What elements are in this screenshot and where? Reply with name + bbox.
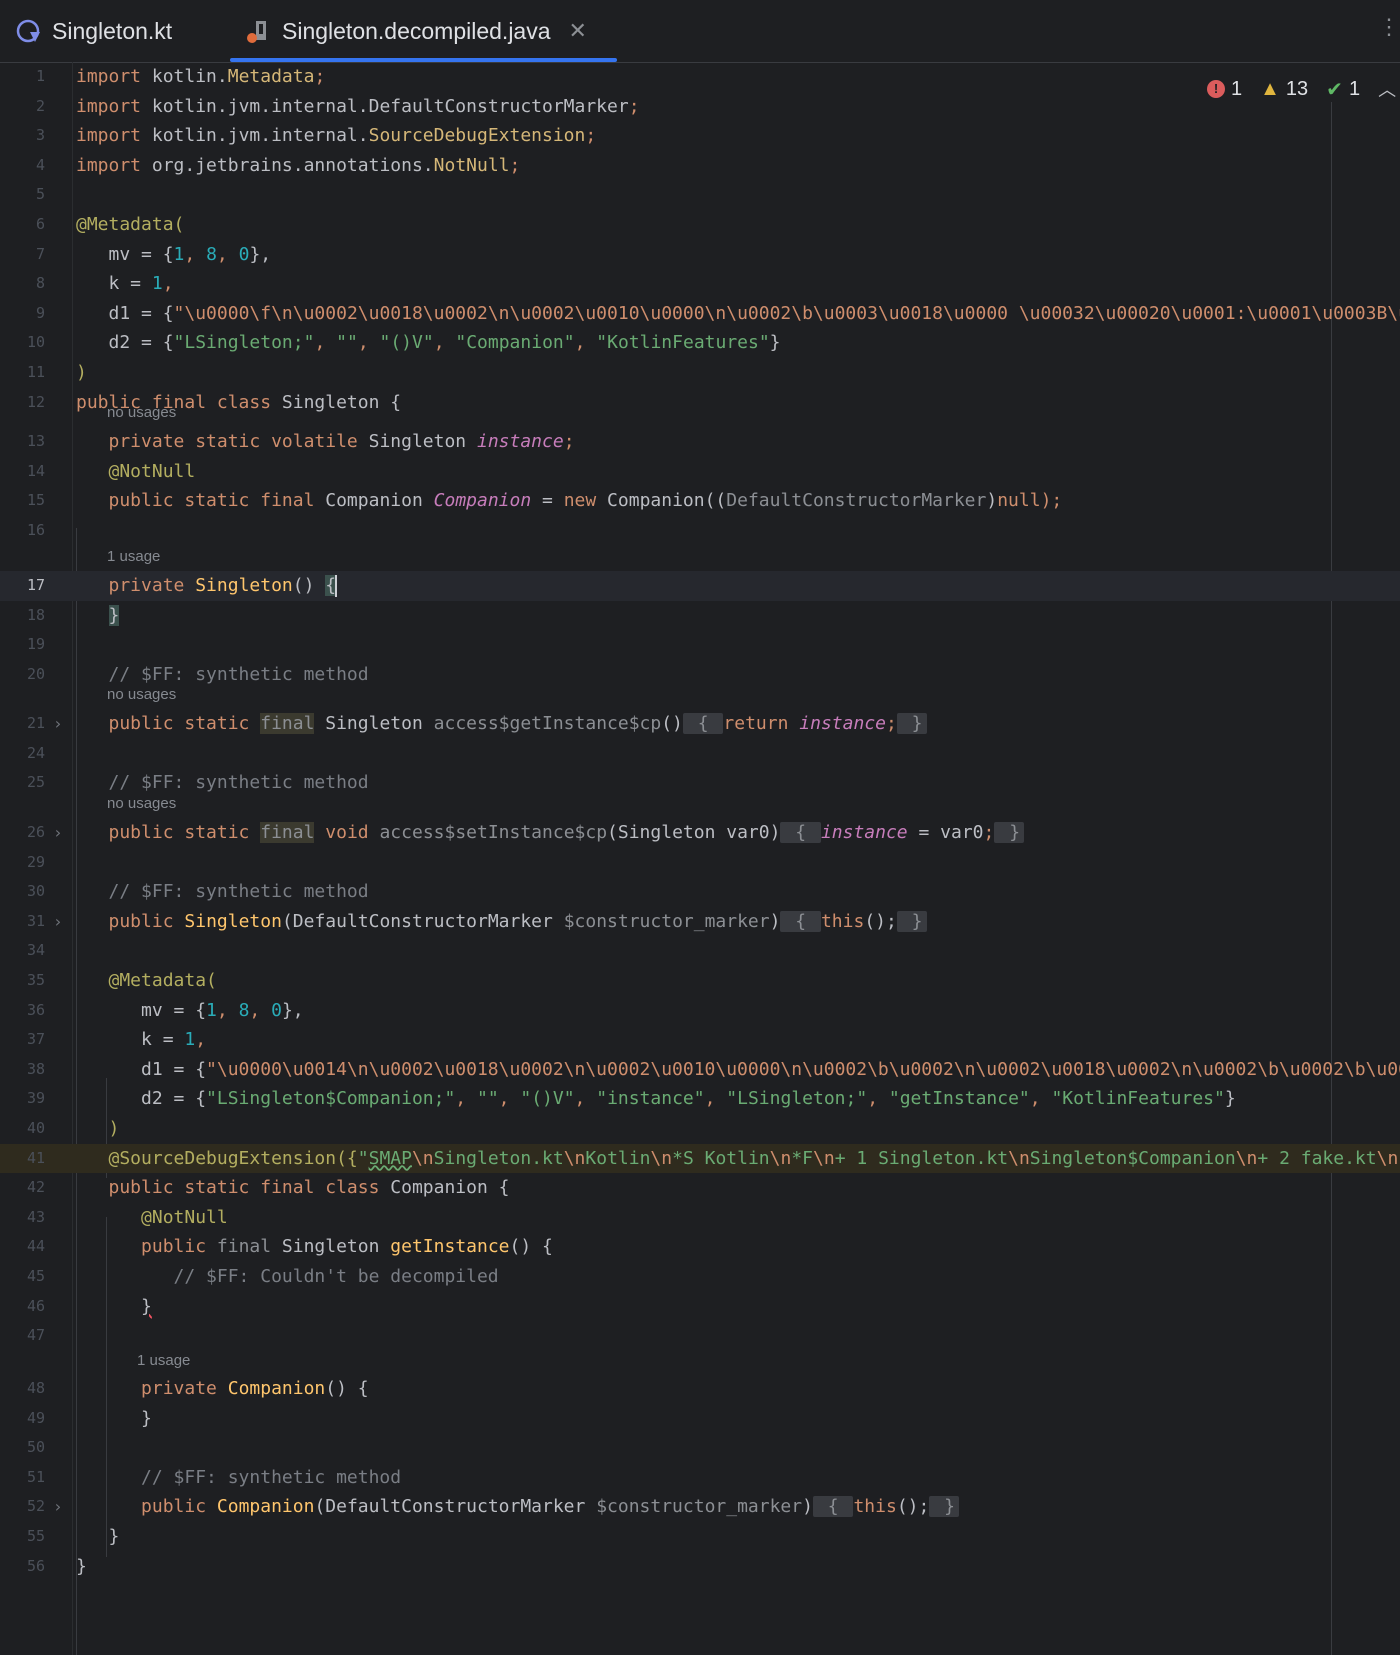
code-line[interactable]: 31 › public Singleton(DefaultConstructorM… [0,907,1400,937]
code-line[interactable]: 18 } [0,601,1400,631]
code-line[interactable]: 36 mv = {1, 8, 0}, [0,996,1400,1026]
java-class-file-icon [246,18,272,44]
code-line[interactable]: 56} [0,1552,1400,1582]
code-line[interactable]: 52 › public Companion(DefaultConstructorM… [0,1492,1400,1522]
code-line[interactable]: 30 // $FF: synthetic method [0,877,1400,907]
code-line[interactable]: 41 @SourceDebugExtension({"SMAP\nSinglet… [0,1143,1400,1174]
code-line[interactable]: 4 import org.jetbrains.annotations.NotNul… [0,151,1400,181]
code-line[interactable]: 34 [0,936,1400,966]
usages-hint[interactable]: 1 usage [137,1352,190,1369]
more-options-icon[interactable]: ⋮ [1378,14,1400,40]
code-line[interactable]: 1 import kotlin.Metadata; [0,62,1400,92]
code-line[interactable]: 47 [0,1321,1400,1351]
code-line[interactable]: 14 @NotNull [0,457,1400,487]
code-line[interactable]: 5 [0,180,1400,210]
code-line[interactable]: 26 › public static final void access$setI… [0,818,1400,848]
code-line[interactable]: 6 @Metadata( [0,210,1400,240]
code-line[interactable]: 24 [0,739,1400,769]
code-line[interactable]: 48 private Companion() { [0,1374,1400,1404]
code-line[interactable]: 7 mv = {1, 8, 0}, [0,240,1400,270]
tab-singleton-decompiled-java[interactable]: Singleton.decompiled.java ✕ [230,0,617,62]
code-line[interactable]: 50 [0,1433,1400,1463]
code-line[interactable]: 55 } [0,1522,1400,1552]
text-caret [335,575,338,597]
code-line[interactable]: 42 public static final class Companion { [0,1173,1400,1203]
code-line[interactable]: 16 [0,516,1400,546]
code-line[interactable]: 49 } [0,1404,1400,1434]
editor-tab-bar: Singleton.kt Singleton.decompiled.java ✕… [0,0,1400,63]
tab-label: Singleton.decompiled.java [282,17,551,44]
code-line[interactable]: 38 d1 = {"\u0000\u0014\n\u0002\u0018\u00… [0,1055,1400,1085]
code-line[interactable]: 8 k = 1, [0,269,1400,299]
usages-hint[interactable]: no usages [107,795,176,812]
chevron-right-icon[interactable]: › [53,1492,63,1522]
code-line[interactable]: 29 [0,848,1400,878]
code-line[interactable]: 43 @NotNull [0,1203,1400,1233]
chevron-right-icon[interactable]: › [53,818,63,848]
code-editor[interactable]: ! 1 ▲ 13 ✔ 1 ︿ 1 import kotlin.Metadata; … [0,62,1400,1655]
chevron-right-icon[interactable]: › [53,907,63,937]
chevron-right-icon[interactable]: › [53,709,63,739]
code-line[interactable]: 44 public final Singleton getInstance() … [0,1232,1400,1262]
code-line[interactable]: 3 import kotlin.jvm.internal.SourceDebugE… [0,121,1400,151]
code-line[interactable]: 35 @Metadata( [0,966,1400,996]
code-line[interactable]: 40 ) [0,1114,1400,1144]
code-line[interactable]: 21 › public static final Singleton access… [0,709,1400,739]
usages-hint[interactable]: no usages [107,404,176,421]
code-line[interactable]: 39 d2 = {"LSingleton$Companion;", "", "(… [0,1084,1400,1114]
code-line[interactable]: 15 public static final Companion Compani… [0,486,1400,516]
code-line[interactable]: 11) [0,358,1400,388]
code-line[interactable]: 13 private static volatile Singleton ins… [0,427,1400,457]
code-line[interactable]: 37 k = 1, [0,1025,1400,1055]
usages-hint[interactable]: no usages [107,686,176,703]
tab-label: Singleton.kt [52,17,173,44]
code-line[interactable]: 2 import kotlin.jvm.internal.DefaultConst… [0,92,1400,122]
kotlin-file-icon [16,18,42,44]
code-line[interactable]: 20 // $FF: synthetic method [0,660,1400,690]
code-line[interactable]: 12 public final class Singleton { [0,388,1400,418]
code-line[interactable]: 25 // $FF: synthetic method [0,768,1400,798]
tab-singleton-kt[interactable]: Singleton.kt [16,0,172,62]
usages-hint[interactable]: 1 usage [107,548,160,565]
code-line-current[interactable]: 17 private Singleton() { [0,571,1400,601]
code-line[interactable]: 9 d1 = {"\u0000\f\n\u0002\u0018\u0002\n\… [0,299,1400,329]
code-line[interactable]: 51 // $FF: synthetic method [0,1463,1400,1493]
code-line[interactable]: 45 // $FF: Couldn't be decompiled [0,1262,1400,1292]
code-line[interactable]: 19 [0,630,1400,660]
close-tab-icon[interactable]: ✕ [569,18,587,44]
code-line[interactable]: 10 d2 = {"LSingleton;", "", "()V", "Comp… [0,328,1400,358]
code-line[interactable]: 46 } [0,1292,1400,1322]
